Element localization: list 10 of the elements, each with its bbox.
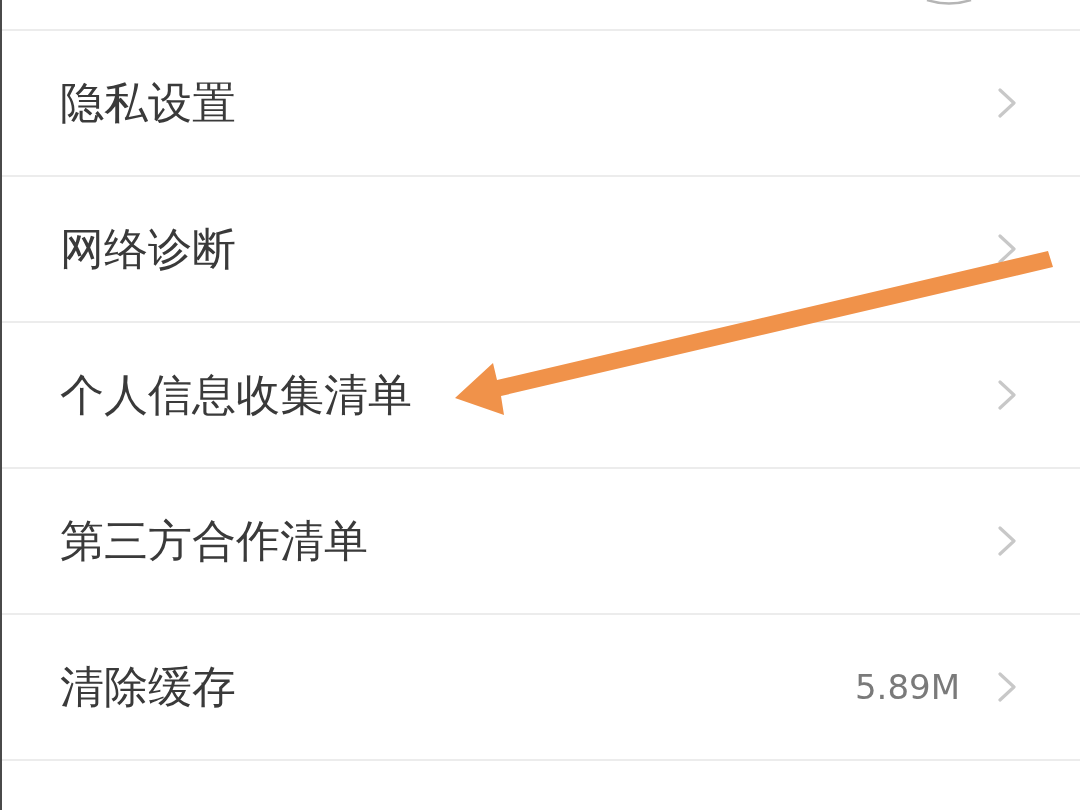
settings-item[interactable]: 清除缓存 5.89M [2, 615, 1080, 761]
chevron-right-icon [998, 88, 1016, 118]
circle-edge-icon [926, 0, 972, 5]
chevron-right-icon [998, 234, 1016, 264]
cache-size-value: 5.89M [854, 667, 960, 707]
chevron-right-icon [998, 672, 1016, 702]
settings-item[interactable]: 第三方合作清单 [2, 469, 1080, 615]
chevron-right-icon [998, 526, 1016, 556]
chevron-right-icon [998, 380, 1016, 410]
settings-item[interactable]: 隐私设置 [2, 31, 1080, 177]
